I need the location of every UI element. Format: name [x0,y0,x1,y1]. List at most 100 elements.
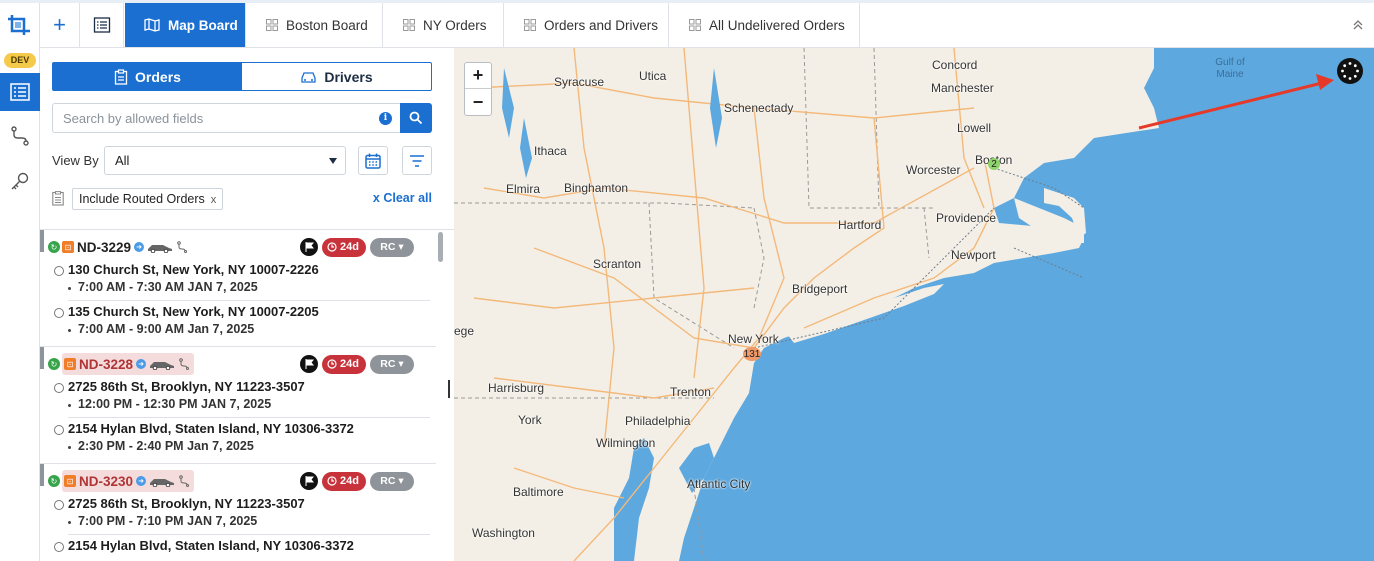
stop-pickup: 2725 86th St, Brooklyn, NY 11223-3507 7:… [54,496,430,528]
tab-orders-and-drivers[interactable]: Orders and Drivers [505,3,669,47]
recycle-icon: ↻ [48,241,60,253]
route-path-icon[interactable] [0,117,40,155]
tab-ny-orders[interactable]: NY Orders [384,3,504,47]
stop-time: 12:00 PM - 12:30 PM JAN 7, 2025 [54,397,430,411]
age-text: 24d [340,358,359,370]
city-label: Manchester [931,81,994,95]
card-status-bar [40,230,44,252]
calendar-icon [365,153,381,169]
order-card-badges: 24d RC ▾ [300,470,414,492]
collapse-tabs-icon[interactable] [1350,17,1366,33]
order-cluster-marker[interactable]: 131 [743,347,761,361]
zoom-in-button[interactable]: + [465,63,491,89]
stop-pickup: 130 Church St, New York, NY 10007-2226 7… [54,262,430,294]
cluster-count: 2 [991,158,997,170]
tab-label: NY Orders [423,17,487,33]
drivers-segment-label: Drivers [324,68,373,85]
rc-dropdown[interactable]: RC ▾ [369,354,414,374]
board-tabs-bar: + Map Board Boston Board NY Orders Order… [40,3,1374,48]
grid-icon [689,19,701,31]
loading-spinner-icon [1337,58,1363,84]
city-label: Wilmington [596,436,656,450]
zoom-out-button[interactable]: − [465,89,491,115]
route-path-icon [179,358,190,370]
tab-boston-board[interactable]: Boston Board [247,3,383,47]
city-label: Washington [472,526,535,540]
city-label: Hartford [838,218,882,232]
tab-all-undelivered-orders[interactable]: All Undelivered Orders [670,3,860,47]
city-label: Providence [936,211,997,225]
age-text: 24d [340,475,359,487]
view-by-select[interactable]: All [104,146,346,175]
tab-map-board[interactable]: Map Board [125,3,246,47]
city-label: Syracuse [554,75,605,89]
order-card[interactable]: ↻ ⊡ ND-3230 ➜ 24d RC ▾ 2725 86th St, Bro… [40,464,436,561]
map-view[interactable]: + − Concord Syracuse Utica Manchester Sc… [454,48,1374,561]
search-input[interactable] [53,104,363,132]
flag-icon[interactable] [300,355,318,373]
city-label: Newport [951,248,996,262]
age-badge: 24d [322,354,366,374]
key-icon[interactable] [0,163,40,201]
order-cluster-marker[interactable]: 2 [988,158,1000,170]
chip-close-icon[interactable]: x [211,194,217,206]
rc-label: RC [380,241,396,253]
order-card-header: ↻ ⊡ ND-3229 ➜ [48,236,188,258]
city-label: Scranton [593,257,642,271]
order-type-icon: ⊡ [64,475,76,487]
info-icon[interactable]: i [379,112,392,125]
stop-dropoff: 2154 Hylan Blvd, Staten Island, NY 10306… [54,538,430,553]
card-status-bar [40,464,44,486]
car-icon [148,245,173,253]
active-filters: Include Routed Orders x x Clear all [52,188,432,210]
stop-address: 130 Church St, New York, NY 10007-2226 [54,262,430,277]
city-label: Binghamton [564,181,629,195]
city-label: Utica [639,69,667,83]
filter-chip-include-routed[interactable]: Include Routed Orders x [72,188,224,210]
calendar-button[interactable] [358,146,388,175]
phone-clock-icon [327,476,337,486]
stop-address: 2725 86th St, Brooklyn, NY 11223-3507 [54,496,430,511]
list-scrollbar[interactable] [438,232,443,262]
rc-dropdown[interactable]: RC ▾ [369,471,414,491]
panel-resize-handle[interactable] [448,380,450,398]
route-path-icon [177,241,188,253]
cluster-count: 131 [743,348,761,360]
filter-lines-icon [410,154,424,167]
drivers-segment-button[interactable]: Drivers [242,63,431,90]
order-card[interactable]: ↻ ⊡ ND-3228 ➜ 24d RC ▾ 2725 86th St, Bro… [40,347,436,464]
tab-label: Orders and Drivers [544,17,659,33]
age-badge: 24d [322,471,366,491]
flag-icon[interactable] [300,238,318,256]
search-button[interactable] [400,103,432,133]
grid-icon [524,19,536,31]
arrow-right-icon: ➜ [136,359,147,369]
add-board-button[interactable]: + [40,3,80,47]
rc-dropdown[interactable]: RC ▾ [369,237,414,257]
order-id[interactable]: ND-3228 [79,357,133,372]
orders-segment-button[interactable]: Orders [53,63,242,90]
map-icon [144,18,160,32]
order-card[interactable]: ↻ ⊡ ND-3229 ➜ 24d RC ▾ 130 Church St, Ne… [40,230,436,347]
age-badge: 24d [322,237,366,257]
order-type-icon: ⊡ [62,241,74,253]
stop-dropoff: 2154 Hylan Blvd, Staten Island, NY 10306… [54,421,430,453]
routes-logo-icon[interactable] [6,11,34,39]
stop-time: 7:00 AM - 7:30 AM JAN 7, 2025 [54,280,430,294]
order-card-badges: 24d RC ▾ [300,353,414,375]
city-label: Concord [932,58,978,72]
phone-clock-icon [327,242,337,252]
flag-icon[interactable] [300,472,318,490]
board-list-button[interactable] [80,3,124,47]
stop-pickup: 2725 86th St, Brooklyn, NY 11223-3507 12… [54,379,430,411]
chevron-down-icon [329,158,337,164]
order-id[interactable]: ND-3229 [77,240,131,255]
orders-board-icon[interactable] [0,73,40,111]
clear-all-link[interactable]: x Clear all [373,191,432,205]
stop-time: 7:00 PM - 7:10 PM JAN 7, 2025 [54,514,430,528]
filter-button[interactable] [402,146,432,175]
stop-address: 2154 Hylan Blvd, Staten Island, NY 10306… [54,421,430,436]
arrow-right-icon: ➜ [136,476,147,486]
rc-label: RC [380,358,396,370]
order-id[interactable]: ND-3230 [79,474,133,489]
